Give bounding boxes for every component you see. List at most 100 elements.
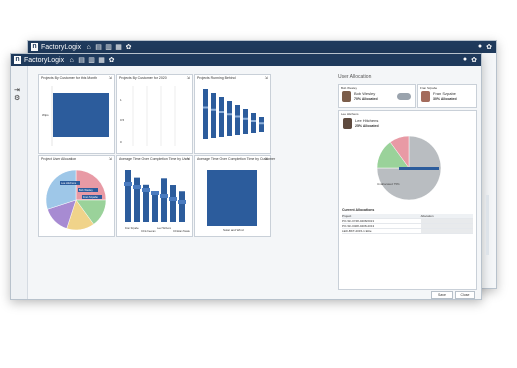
x-tick-label: Fran Szpabe xyxy=(125,227,139,230)
bar xyxy=(152,191,158,222)
user-card-fran[interactable]: Fran Szpabe Fran Szpabe 30% Allocated xyxy=(417,84,477,108)
bar-label-marker xyxy=(219,111,224,113)
report-icon[interactable]: ▤ xyxy=(78,57,85,64)
title-bar: n FactoryLogix ⌂ ▤ ▥ ▦ ✿ ● ✿ xyxy=(11,54,481,66)
panel-title: Projects By Customer for 2020 xyxy=(119,76,167,80)
save-button[interactable]: Save xyxy=(431,291,453,299)
bar-label-marker xyxy=(169,197,177,201)
bar-label-marker xyxy=(259,122,264,125)
bar-label-marker xyxy=(235,115,240,118)
calendar-icon[interactable]: ▦ xyxy=(115,44,122,51)
bar xyxy=(125,170,131,222)
panel-title: Projects Running Behind xyxy=(197,76,236,80)
table-cell: PO-SF-0408-0408-2013 xyxy=(342,224,375,228)
panel-projects-month: Projects By Customer for this Month ⇲ Wi… xyxy=(38,74,115,154)
card-label: Lee Hitchens xyxy=(341,112,359,116)
pin-icon[interactable]: ⇲ xyxy=(109,156,112,161)
close-button[interactable]: Close xyxy=(455,291,475,299)
bar-label-marker xyxy=(133,185,141,189)
logo-icon: n xyxy=(14,56,21,64)
user-allocation-pane: User Allocation Bob Wesley Bob Wesley 70… xyxy=(335,66,481,299)
logo-icon: n xyxy=(31,43,38,51)
home-icon[interactable]: ⌂ xyxy=(85,44,92,51)
settings-icon[interactable]: ✿ xyxy=(471,56,477,64)
user-card-bob[interactable]: Bob Wesley Bob Wesley 70% Allocated xyxy=(338,84,416,108)
document-icon[interactable]: ▥ xyxy=(88,57,95,64)
allocation-input[interactable] xyxy=(420,224,473,228)
chart-p3 xyxy=(203,89,264,139)
card-label: Bob Wesley xyxy=(341,86,357,90)
expand-icon[interactable]: ⇥ ⚙ xyxy=(14,86,27,102)
user-icon[interactable]: ● xyxy=(463,56,467,64)
panel-title: Average Time Over Completion Time by Use… xyxy=(119,157,190,161)
table-cell: PO-SF-0748-0408/2013 xyxy=(342,219,375,223)
window-controls[interactable]: ● ✿ xyxy=(463,56,477,64)
slice-label-bg xyxy=(399,167,439,170)
calendar-icon[interactable]: ▦ xyxy=(98,57,105,64)
y-category-label: Wips xyxy=(42,113,49,117)
bar-label-marker xyxy=(151,191,159,195)
bar-label-marker xyxy=(203,106,208,109)
bar-label-marker xyxy=(243,117,248,120)
brand-name: FactoryLogix xyxy=(41,43,82,51)
slice-label: Unallocated 75% xyxy=(377,182,400,186)
document-icon[interactable]: ▥ xyxy=(105,44,112,51)
gear-icon[interactable]: ✿ xyxy=(108,57,115,64)
avatar xyxy=(342,91,351,102)
bar-label-marker xyxy=(211,108,216,111)
pin-icon[interactable]: ⇲ xyxy=(187,75,190,80)
current-allocations-title: Current Allocations xyxy=(342,208,375,212)
bar xyxy=(219,97,224,137)
bar xyxy=(53,93,109,137)
avatar xyxy=(421,91,430,102)
panel-avg-time-user: Average Time Over Completion Time by Use… xyxy=(116,155,193,237)
panel-avg-time-customer: Average Time Over Completion Time by Cus… xyxy=(194,155,275,237)
chart-p6: Solar and Wind xyxy=(207,170,257,232)
x-category-label: Solar and Wind xyxy=(223,228,244,232)
selected-user-card: Lee Hitchens Lee Hitchens 25% Allocated … xyxy=(338,110,477,290)
main-window: n FactoryLogix ⌂ ▤ ▥ ▦ ✿ ● ✿ ⇥ ⚙ Project… xyxy=(10,53,482,300)
slice-label: Lee Hitchens xyxy=(61,181,77,185)
bar-label-marker xyxy=(142,188,150,192)
x-tick-label: Lee Hitchens xyxy=(157,227,172,230)
bar xyxy=(243,109,248,134)
panel-user-allocation: Project User Allocation ⇲ Lee Hitchens Bo… xyxy=(38,155,115,237)
bar xyxy=(251,113,256,133)
home-icon[interactable]: ⌂ xyxy=(68,57,75,64)
table-row[interactable]: LED-BKT-2015-1 Elite xyxy=(342,229,473,234)
pin-icon[interactable]: ⇲ xyxy=(109,75,112,80)
bar xyxy=(170,185,176,222)
slice-label: Fran Szpabe xyxy=(83,195,98,199)
bar-label-marker xyxy=(124,182,132,186)
svg-text:0: 0 xyxy=(120,140,122,144)
bar xyxy=(134,177,140,222)
brand-name: FactoryLogix xyxy=(24,56,65,64)
panel-running-behind: Projects Running Behind ⇲ xyxy=(194,74,271,154)
window-controls[interactable]: ● ✿ xyxy=(478,43,492,51)
gear-icon[interactable]: ✿ xyxy=(125,44,132,51)
allocation-pie: Unallocated 75% xyxy=(376,135,442,201)
scrollbar[interactable] xyxy=(486,195,489,255)
chart-p5: Fran SzpabeChris KeenanLee HitchensChris… xyxy=(124,170,190,233)
settings-icon[interactable]: ✿ xyxy=(486,43,492,51)
bar xyxy=(235,105,240,135)
allocation-input[interactable] xyxy=(420,219,473,223)
slice-label: Bob Wesley xyxy=(79,188,93,192)
allocation-percent: 25% Allocated xyxy=(355,124,379,128)
user-icon[interactable]: ● xyxy=(478,43,482,51)
allocations-table: Project Allocation PO-SF-0748-0408/2013 … xyxy=(342,214,473,234)
bar xyxy=(207,170,257,226)
person-name: Fran Szpabe xyxy=(433,91,456,96)
bar xyxy=(227,101,232,136)
pin-icon[interactable]: ⇲ xyxy=(265,156,268,161)
pin-icon[interactable]: ⇲ xyxy=(265,75,268,80)
allocation-input[interactable] xyxy=(420,229,473,233)
bar-label-marker xyxy=(160,194,168,198)
report-icon[interactable]: ▤ xyxy=(95,44,102,51)
bar xyxy=(211,93,216,138)
allocation-percent: 30% Allocated xyxy=(433,97,457,101)
status-pill xyxy=(397,93,411,100)
pin-icon[interactable]: ⇲ xyxy=(187,156,190,161)
bar-label-marker xyxy=(251,120,256,122)
person-name: Lee Hitchens xyxy=(355,118,379,123)
